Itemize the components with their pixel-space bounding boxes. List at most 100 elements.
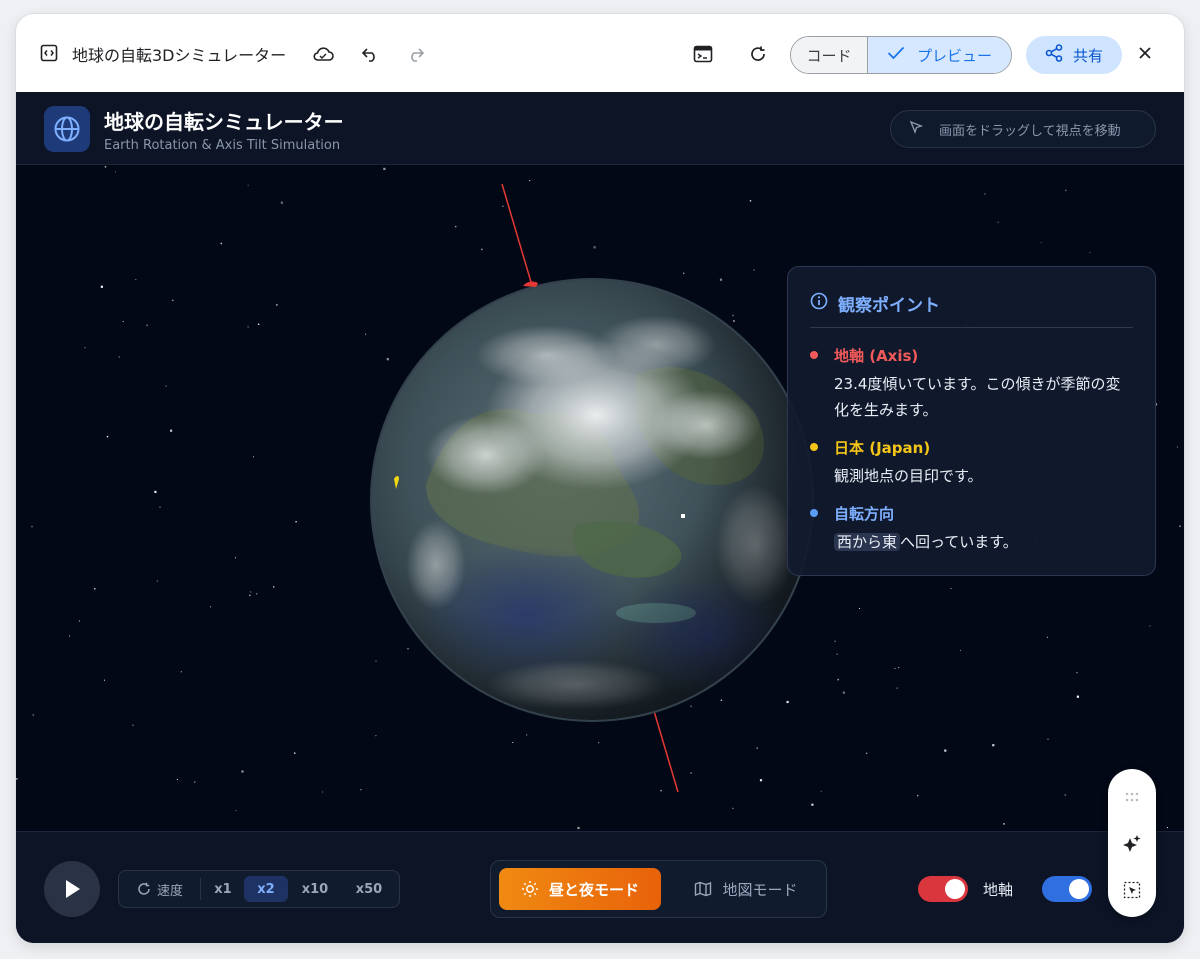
star	[104, 679, 105, 681]
star	[69, 635, 71, 637]
check-icon	[887, 46, 905, 64]
speed-x50-button[interactable]: x50	[345, 876, 393, 902]
app-title: 地球の自転シミュレーター	[104, 110, 344, 134]
star	[481, 248, 483, 251]
star	[360, 789, 362, 791]
star	[249, 594, 251, 597]
star	[1003, 823, 1005, 825]
speed-x10-button[interactable]: x10	[294, 876, 336, 902]
3d-viewport[interactable]: 観察ポイント 地軸 (Axis) 23.4度傾いています。この傾きが季節の変化を…	[16, 165, 1184, 831]
star	[720, 699, 723, 701]
day-night-mode-button[interactable]: 昼と夜モード	[499, 868, 661, 910]
star	[294, 752, 296, 754]
star	[749, 200, 752, 202]
undo-icon[interactable]	[358, 42, 382, 66]
star	[1176, 446, 1178, 448]
rotate-icon	[138, 882, 150, 895]
star	[273, 586, 275, 588]
sparkle-icon[interactable]	[1108, 831, 1156, 857]
speed-x1-button[interactable]: x1	[207, 876, 239, 902]
star	[820, 790, 822, 792]
star	[106, 435, 109, 438]
star	[100, 285, 103, 288]
drag-handle-icon[interactable]	[1108, 787, 1156, 807]
star	[997, 221, 999, 223]
divider	[810, 327, 1133, 328]
star	[115, 171, 117, 173]
map-mode-button[interactable]: 地図モード	[681, 868, 811, 910]
share-label: 共有	[1072, 46, 1103, 65]
earth-globe[interactable]	[370, 278, 814, 722]
star	[118, 356, 120, 358]
play-icon	[66, 880, 80, 898]
cloud-save-icon[interactable]	[310, 42, 336, 66]
star	[407, 648, 409, 650]
code-window-icon[interactable]	[38, 42, 60, 64]
app-subtitle: Earth Rotation & Axis Tilt Simulation	[104, 138, 341, 153]
console-icon[interactable]	[690, 42, 716, 66]
floating-tool-bar	[1108, 769, 1156, 917]
star	[276, 304, 278, 306]
star	[842, 691, 845, 694]
star	[122, 321, 124, 322]
star	[247, 184, 249, 186]
star	[455, 225, 457, 228]
star	[235, 810, 237, 812]
sun-icon	[521, 881, 538, 897]
star	[898, 667, 900, 669]
select-element-icon[interactable]	[1108, 877, 1156, 903]
star	[1076, 671, 1078, 674]
star	[834, 640, 836, 642]
rotation-description: 西から東 へ回っています。	[834, 529, 1134, 555]
star	[170, 429, 173, 432]
redo-icon[interactable]	[404, 42, 428, 66]
star	[253, 456, 254, 458]
axis-toggle[interactable]	[918, 876, 968, 902]
star	[180, 671, 182, 673]
toggle-knob	[945, 879, 965, 899]
star	[733, 320, 735, 322]
star	[146, 324, 148, 326]
star	[984, 193, 986, 195]
star	[660, 789, 662, 792]
speed-selector: 速度 x1 x2 x10 x50	[118, 870, 400, 908]
browser-window: 地球の自転3Dシミュレーター コード プレビュー 共有 地球の自転シミュレーター…	[16, 14, 1184, 943]
speed-x2-button[interactable]: x2	[244, 876, 288, 902]
preview-tab-label: プレビュー	[916, 46, 992, 65]
star	[502, 205, 504, 207]
code-tab[interactable]: コード	[791, 37, 868, 73]
star	[598, 742, 600, 744]
play-button[interactable]	[44, 861, 100, 917]
star	[1149, 625, 1151, 627]
close-icon[interactable]	[1134, 42, 1156, 64]
star	[719, 278, 723, 281]
star	[295, 521, 297, 523]
star	[756, 747, 758, 749]
star	[759, 779, 763, 782]
star	[172, 299, 174, 302]
star	[732, 807, 734, 809]
refresh-icon[interactable]	[746, 42, 770, 66]
info-icon	[810, 292, 828, 315]
star	[383, 167, 386, 170]
star	[156, 580, 158, 582]
star	[593, 246, 596, 249]
star	[280, 201, 283, 204]
star	[683, 272, 685, 274]
day-night-mode-label: 昼と夜モード	[548, 880, 639, 899]
star	[159, 506, 161, 508]
star	[732, 314, 734, 317]
star	[1064, 794, 1066, 796]
japan-dot-icon	[810, 443, 818, 451]
japan-title: 日本 (Japan)	[834, 439, 931, 457]
secondary-toggle[interactable]	[1042, 876, 1092, 902]
share-button[interactable]: 共有	[1026, 36, 1122, 74]
star	[837, 678, 839, 681]
divider	[200, 878, 201, 900]
map-icon	[695, 881, 712, 897]
star	[950, 588, 952, 589]
preview-tab[interactable]: プレビュー	[868, 37, 1011, 73]
star	[176, 779, 178, 780]
toggle-knob	[1069, 879, 1089, 899]
mode-switcher: 昼と夜モード 地図モード	[490, 860, 827, 918]
